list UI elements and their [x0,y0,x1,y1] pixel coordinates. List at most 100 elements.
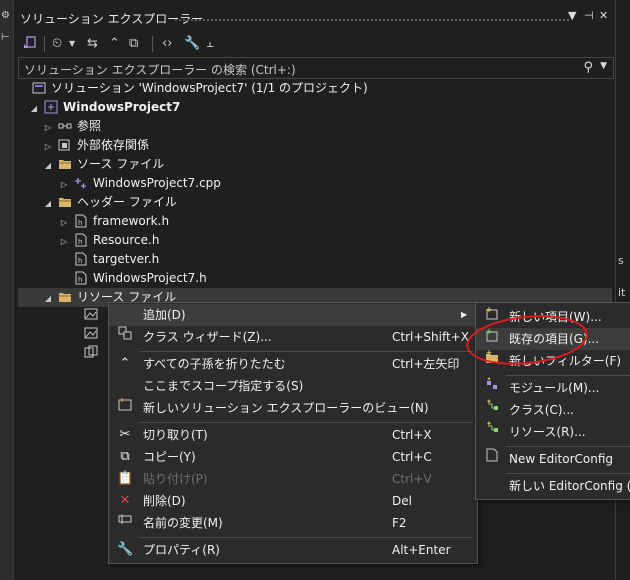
submenu-item-new-editorconfig[interactable]: New EditorConfig [476,448,630,470]
tree-item-source-files[interactable]: ◢ ソース ファイル [42,155,164,174]
file-icon [484,448,500,470]
collapsed-arrow-icon[interactable]: ▷ [58,175,70,194]
tree-item-header-file[interactable]: ▷ h framework.h [58,212,169,231]
project-icon [44,100,58,114]
menu-item-properties[interactable]: 🔧 プロパティ(R) Alt+Enter [109,539,477,561]
tree-item-label: targetver.h [93,252,160,266]
tree-item-header-files[interactable]: ◢ ヘッダー ファイル [42,193,177,212]
tree-item-project[interactable]: ◢ WindowsProject7 [28,98,180,117]
class-icon [484,399,500,421]
menu-item-collapse-all-descendants[interactable]: ⌃ すべての子孫を折りたたむ Ctrl+左矢印 [109,353,477,375]
submenu-item-module[interactable]: モジュール(M)... [476,377,630,399]
tree-item-label: WindowsProject7.h [93,271,207,285]
properties-wrench-icon[interactable]: 🔧 [184,35,200,53]
menu-item-label: プロパティ(R) [143,543,220,557]
collapse-icon: ⌃ [119,356,131,371]
svg-text:h: h [78,276,82,284]
menu-item-delete[interactable]: ✕ 削除(D) Del [109,490,477,512]
collapsed-arrow-icon[interactable]: ▷ [58,213,70,232]
titlebar-grip [174,18,569,22]
menu-item-label: 切り取り(T) [143,428,208,442]
tree-item-label: ヘッダー ファイル [77,195,177,209]
collapsed-arrow-icon[interactable]: ▷ [42,118,54,137]
scissors-icon: ✂ [119,427,131,442]
menu-item-label: コピー(Y) [143,450,196,464]
dropdown-icon[interactable]: ▼ [568,9,576,22]
menu-item-shortcut: Ctrl+Shift+X [392,330,469,344]
menu-item-label: New EditorConfig [509,452,614,466]
tree-item-header-file[interactable]: h WindowsProject7.h [70,269,207,288]
collapsed-arrow-icon[interactable]: ▷ [58,232,70,251]
submenu-item-resource[interactable]: リソース(R)... [476,421,630,443]
folder-icon [58,195,72,209]
image-file-icon[interactable] [84,326,98,345]
module-icon [484,377,500,399]
menu-item-shortcut: Ctrl+X [392,428,432,442]
tree-item-label: ソース ファイル [77,157,165,171]
new-view-icon [117,397,133,419]
menu-item-label: クラス(C)... [509,403,574,417]
tree-item-header-file[interactable]: ▷ h Resource.h [58,231,160,251]
tree-item-label: WindowsProject7.cpp [93,176,221,190]
menu-item-copy[interactable]: ⧉ コピー(Y) Ctrl+C [109,446,477,468]
tree-item-references[interactable]: ▷ 参照 [42,117,101,136]
tree-item-label: WindowsProject7 [63,100,181,114]
search-icon[interactable]: ⚲ [583,60,593,75]
panel-titlebar: ソリューション エクスプローラー ▼ ⊣ ✕ [14,0,614,32]
search-box[interactable]: ソリューション エクスプローラー の検索 (Ctrl+:) ⚲ ▼ [18,57,614,79]
expanded-arrow-icon[interactable]: ◢ [28,99,40,118]
menu-item-cut[interactable]: ✂ 切り取り(T) Ctrl+X [109,424,477,446]
menu-item-label: 新しいソリューション エクスプローラーのビュー(N) [143,401,429,415]
menu-item-add[interactable]: 追加(D) ▶ [109,304,477,326]
swap-icon[interactable]: ⇆ [87,35,98,53]
show-all-files-icon[interactable]: ⧉ [129,35,138,53]
menu-item-label: 貼り付け(P) [143,472,208,486]
menu-item-new-solution-explorer-view[interactable]: 新しいソリューション エクスプローラーのビュー(N) [109,397,477,419]
references-icon [58,119,72,133]
preview-icon[interactable]: ⫠ [206,35,214,53]
left-dock-strip: ⚙ ⊢ [0,0,14,580]
image-file-icon[interactable] [84,307,98,326]
svg-text:h: h [78,257,82,265]
tree-item-label: 参照 [77,119,102,133]
collapse-all-icon[interactable]: ⌃ [109,35,120,53]
menu-item-paste[interactable]: 📋 貼り付け(P) Ctrl+V [109,468,477,490]
resource-icon [484,421,500,443]
tree-item-solution[interactable]: ソリューション 'WindowsProject7' (1/1 のプロジェクト) [28,79,368,98]
menu-item-label: すべての子孫を折りたたむ [143,357,286,371]
svg-text:h: h [78,238,82,246]
search-options-dropdown-icon[interactable]: ▼ [600,61,607,71]
menu-item-label: 削除(D) [143,494,186,508]
menu-item-class-wizard[interactable]: クラス ウィザード(Z)... Ctrl+Shift+X [109,326,477,348]
expanded-arrow-icon[interactable]: ◢ [42,156,54,175]
pin-icon[interactable]: ⊣ [584,9,594,22]
submenu-item-class[interactable]: クラス(C)... [476,399,630,421]
tree-item-label: ソリューション 'WindowsProject7' (1/1 のプロジェクト) [51,81,368,95]
code-view-icon[interactable]: ‹› [162,35,172,53]
expanded-arrow-icon[interactable]: ◢ [42,194,54,213]
tree-item-header-file[interactable]: h targetver.h [70,250,159,269]
context-menu: 追加(D) ▶ クラス ウィザード(Z)... Ctrl+Shift+X ⌃ す… [108,302,478,564]
expanded-arrow-icon[interactable]: ◢ [42,289,54,308]
pending-changes-filter-icon[interactable]: ⏲ [52,35,62,53]
close-icon[interactable]: ✕ [599,9,608,22]
sync-with-active-document-icon[interactable] [22,35,38,53]
menu-separator [139,422,473,423]
menu-item-scope-to-this[interactable]: ここまでスコープ指定する(S) [109,375,477,397]
chevron-down-icon[interactable]: ▼ [69,35,75,53]
menu-item-shortcut: Ctrl+V [392,472,432,486]
resource-script-icon[interactable] [84,345,98,364]
menu-item-shortcut: F2 [392,516,407,530]
collapsed-arrow-icon[interactable]: ▷ [42,137,54,156]
tree-item-cpp-file[interactable]: ▷ WindowsProject7.cpp [58,174,221,193]
wrench-icon: 🔧 [117,542,134,557]
svg-text:h: h [78,219,82,227]
menu-item-rename[interactable]: 名前の変更(M) F2 [109,512,477,534]
class-wizard-icon [117,326,133,348]
menu-item-label: 名前の変更(M) [143,516,223,530]
tree-item-external-dependencies[interactable]: ▷ 外部依存関係 [42,136,149,155]
folder-icon [58,290,72,304]
submenu-item-new-editorconfig-intellicode[interactable]: 新しい EditorConfig (Inte [476,475,630,497]
solution-icon [32,81,46,95]
search-input[interactable]: ソリューション エクスプローラー の検索 (Ctrl+:) [24,61,296,78]
